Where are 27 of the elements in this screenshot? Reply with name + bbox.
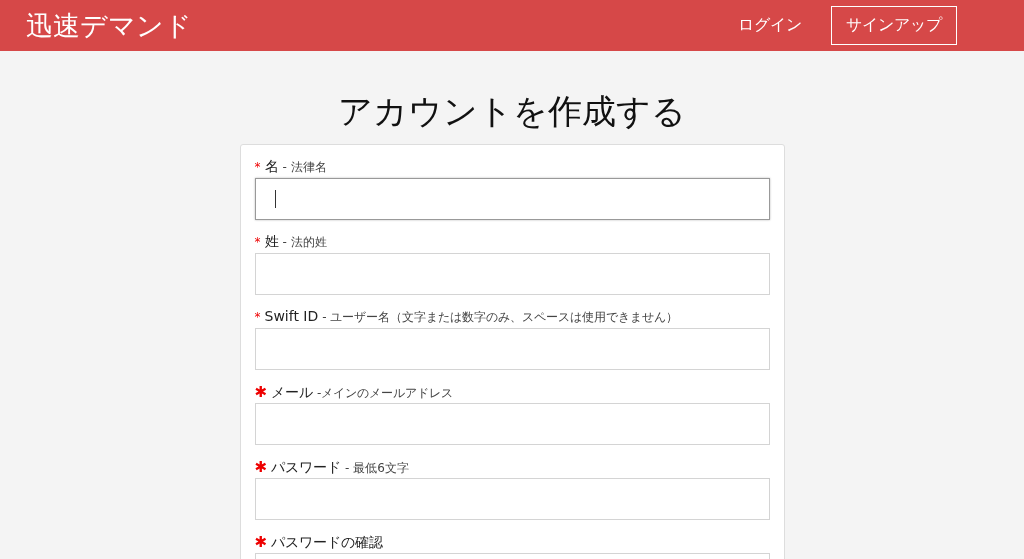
- required-marker: ✱: [254, 458, 268, 476]
- field-hint: -メインのメールアドレス: [317, 385, 454, 402]
- field-hint: - 法的姓: [282, 234, 327, 251]
- field-hint: - ユーザー名（文字または数字のみ、スペースは使用できません）: [322, 309, 679, 326]
- field-label: メール: [271, 384, 314, 402]
- required-marker: *: [254, 235, 261, 249]
- text-cursor: [274, 190, 276, 208]
- brand-logo[interactable]: 迅速デマンド: [26, 7, 738, 44]
- input-field[interactable]: [254, 178, 770, 220]
- page-title: アカウントを作成する: [337, 90, 687, 133]
- login-link[interactable]: ログイン: [738, 15, 802, 36]
- input-field[interactable]: [254, 253, 770, 295]
- input-field[interactable]: [254, 478, 770, 520]
- field-label: 姓: [264, 233, 279, 251]
- input-field[interactable]: [254, 403, 770, 445]
- field-hint: - 最低6文字: [345, 460, 409, 477]
- signup-button[interactable]: サインアップ: [831, 6, 957, 45]
- required-marker: ✱: [254, 533, 268, 551]
- required-marker: *: [254, 160, 261, 174]
- required-marker: *: [254, 310, 261, 324]
- input-field[interactable]: [254, 328, 770, 370]
- field-label: 名: [264, 158, 279, 176]
- field-label: Swift ID: [264, 308, 319, 324]
- field-hint: - 法律名: [282, 159, 327, 176]
- required-marker: ✱: [254, 383, 268, 401]
- field-label: パスワード: [271, 459, 342, 477]
- field-label: パスワードの確認: [271, 534, 384, 552]
